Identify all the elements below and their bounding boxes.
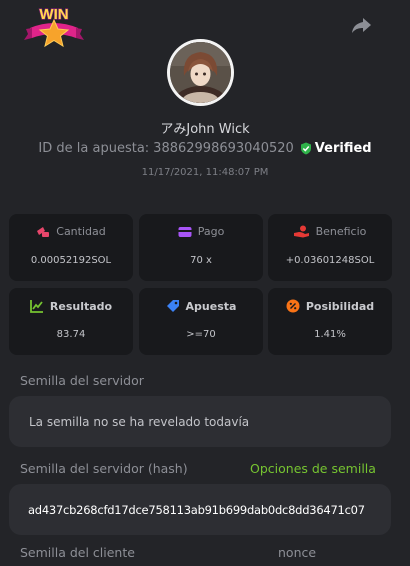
stat-value: >=70 <box>186 329 216 340</box>
stat-label: Beneficio <box>315 225 367 238</box>
server-seed-value: La semilla no se ha revelado todavía <box>29 414 250 429</box>
stat-value: +0.03601248SOL <box>285 255 375 266</box>
server-seed-hash-label: Semilla del servidor (hash) <box>20 461 188 476</box>
share-icon[interactable] <box>350 16 372 36</box>
chart-icon <box>29 300 43 313</box>
seed-options-link[interactable]: Opciones de semilla <box>250 461 376 476</box>
percent-icon <box>286 299 300 313</box>
stat-card-chance: Posibilidad 1.41% <box>268 288 392 355</box>
server-seed-hash-field[interactable]: ad437cb268cfd17dce758113ab91b699dab0dc8d… <box>9 484 391 535</box>
timestamp: 11/17/2021, 11:48:07 PM <box>141 167 269 178</box>
stat-card-profit: Beneficio +0.03601248SOL <box>268 214 392 281</box>
stat-card-amount: Cantidad 0.00052192SOL <box>9 214 133 281</box>
username: アみJohn Wick <box>160 122 250 137</box>
stat-value: 1.41% <box>314 329 346 340</box>
stat-label: Apuesta <box>185 299 237 313</box>
profit-hand-icon <box>293 225 309 238</box>
server-seed-label: Semilla del servidor <box>20 373 144 388</box>
stat-value: 70 x <box>190 255 212 266</box>
bet-id-row: ID de la apuesta: 38862998693040520 Veri… <box>0 141 410 156</box>
client-seed-label: Semilla del cliente <box>20 545 135 560</box>
stat-value: 0.00052192SOL <box>30 255 112 266</box>
stat-card-result: Resultado 83.74 <box>9 288 133 355</box>
stat-card-bet: Apuesta >=70 <box>139 288 263 355</box>
verified-label: Verified <box>314 141 372 156</box>
avatar <box>167 39 234 106</box>
wallet-icon <box>178 226 192 237</box>
win-badge-logo: WIN <box>22 2 86 48</box>
server-seed-hash-value: ad437cb268cfd17dce758113ab91b699dab0dc8d… <box>28 502 365 517</box>
server-seed-field[interactable]: La semilla no se ha revelado todavía <box>9 396 391 447</box>
stat-label: Resultado <box>49 299 113 313</box>
tag-icon <box>166 300 179 312</box>
stat-label: Pago <box>197 225 225 238</box>
shield-check-icon <box>300 142 311 155</box>
bet-id-label: ID de la apuesta: <box>38 141 150 156</box>
stat-card-payout: Pago 70 x <box>139 214 263 281</box>
win-badge-text: WIN <box>39 6 68 23</box>
bet-id-value: 38862998693040520 <box>153 141 294 156</box>
verified-badge: Verified <box>300 141 372 156</box>
bet-amount-icon <box>37 227 50 237</box>
stat-label: Cantidad <box>56 225 106 238</box>
stat-label: Posibilidad <box>305 299 375 313</box>
stat-value: 83.74 <box>56 329 86 340</box>
nonce-label: nonce <box>278 545 317 560</box>
